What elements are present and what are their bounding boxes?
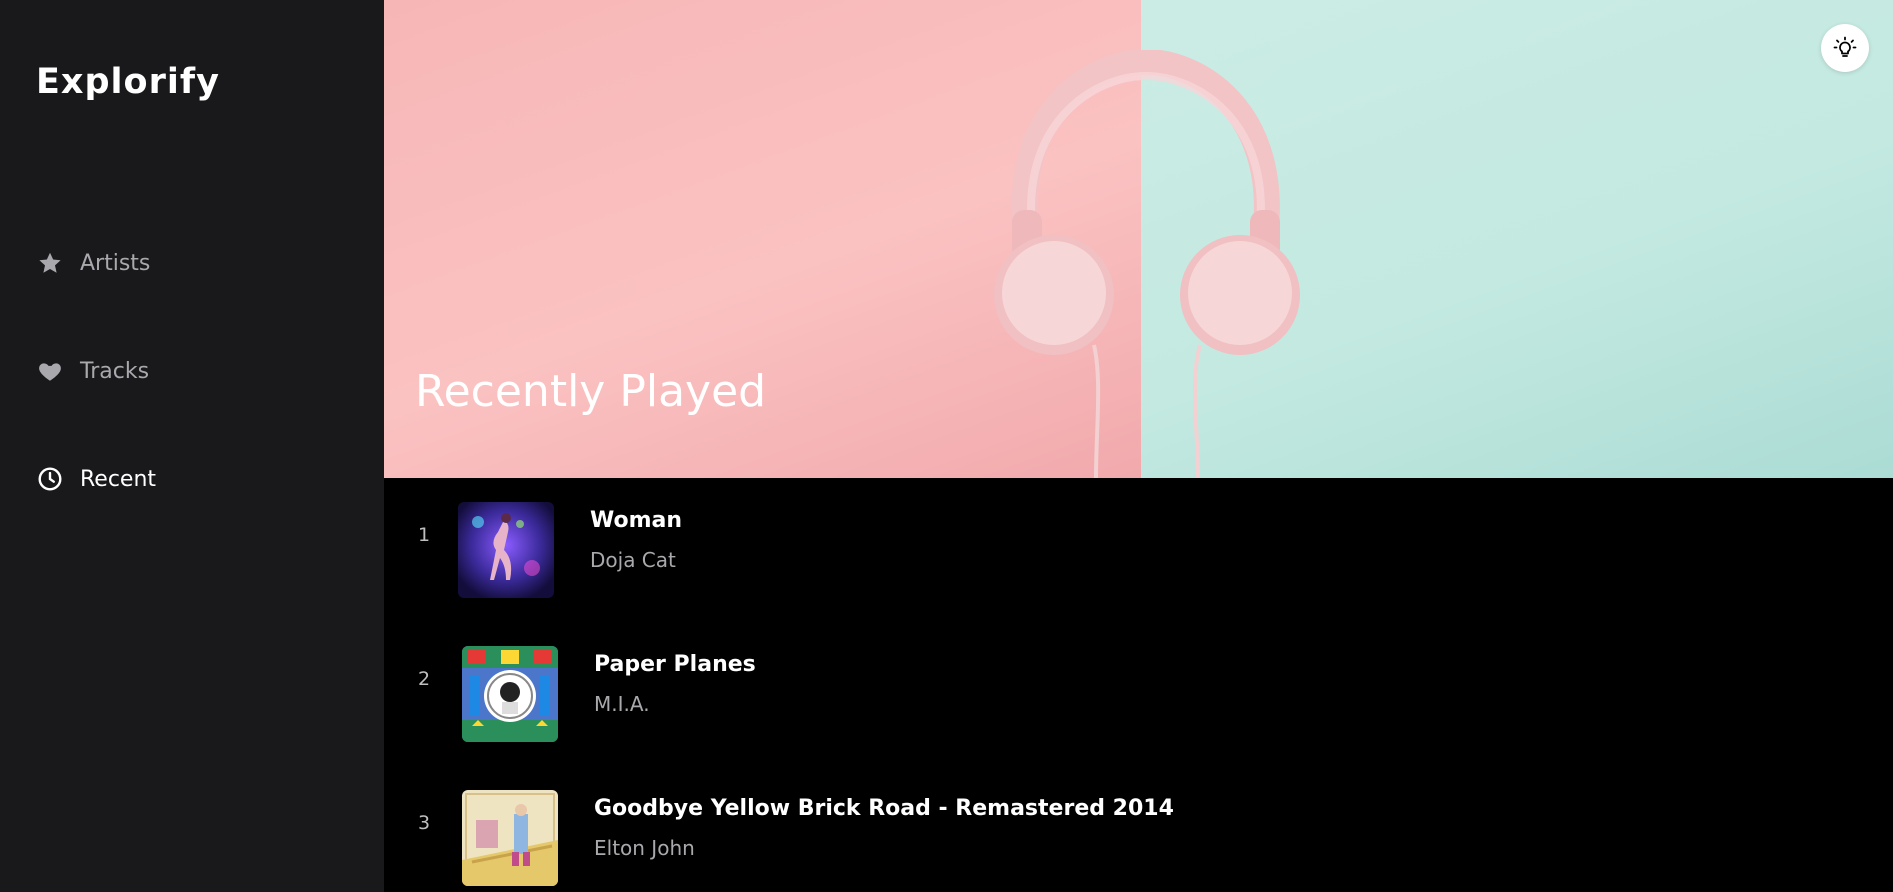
sidebar-item-label: Tracks — [80, 358, 150, 384]
lightbulb-icon — [1833, 36, 1857, 60]
app-logo[interactable]: Explorify — [36, 62, 220, 102]
star-icon — [36, 249, 64, 277]
track-list: 1 Woman Doja Cat 2 Paper Planes M.I.A. 3… — [384, 478, 1893, 892]
track-row[interactable]: 2 Paper Planes M.I.A. — [384, 622, 1893, 742]
track-row[interactable]: 1 Woman Doja Cat — [384, 478, 1893, 598]
clock-icon — [36, 465, 64, 493]
sidebar-item-tracks[interactable]: Tracks — [36, 351, 149, 391]
track-title: Paper Planes — [594, 652, 756, 677]
sidebar-item-label: Artists — [80, 250, 151, 276]
album-art — [458, 502, 554, 598]
track-row[interactable]: 3 Goodbye Yellow Brick Road - Remastered… — [384, 766, 1893, 886]
app: Explorify Artists Tracks Recent Recently… — [0, 0, 1893, 892]
sidebar-item-artists[interactable]: Artists — [36, 243, 150, 283]
track-title: Woman — [590, 508, 683, 533]
hero-banner: Recently Played — [384, 0, 1893, 478]
album-art — [462, 790, 558, 886]
heart-icon — [36, 357, 64, 385]
sidebar-item-recent[interactable]: Recent — [36, 459, 156, 499]
track-artist[interactable]: Elton John — [594, 836, 695, 860]
track-artist[interactable]: Doja Cat — [590, 548, 676, 572]
theme-toggle-button[interactable] — [1821, 24, 1869, 72]
album-art — [462, 646, 558, 742]
track-title: Goodbye Yellow Brick Road - Remastered 2… — [594, 796, 1174, 821]
headphones-illustration — [994, 50, 1300, 478]
page-title: Recently Played — [415, 366, 767, 417]
track-number: 2 — [417, 668, 431, 690]
track-number: 1 — [417, 524, 431, 546]
sidebar-item-label: Recent — [80, 466, 157, 492]
track-artist[interactable]: M.I.A. — [594, 692, 650, 716]
sidebar: Explorify Artists Tracks Recent — [0, 0, 384, 892]
track-number: 3 — [417, 812, 431, 834]
